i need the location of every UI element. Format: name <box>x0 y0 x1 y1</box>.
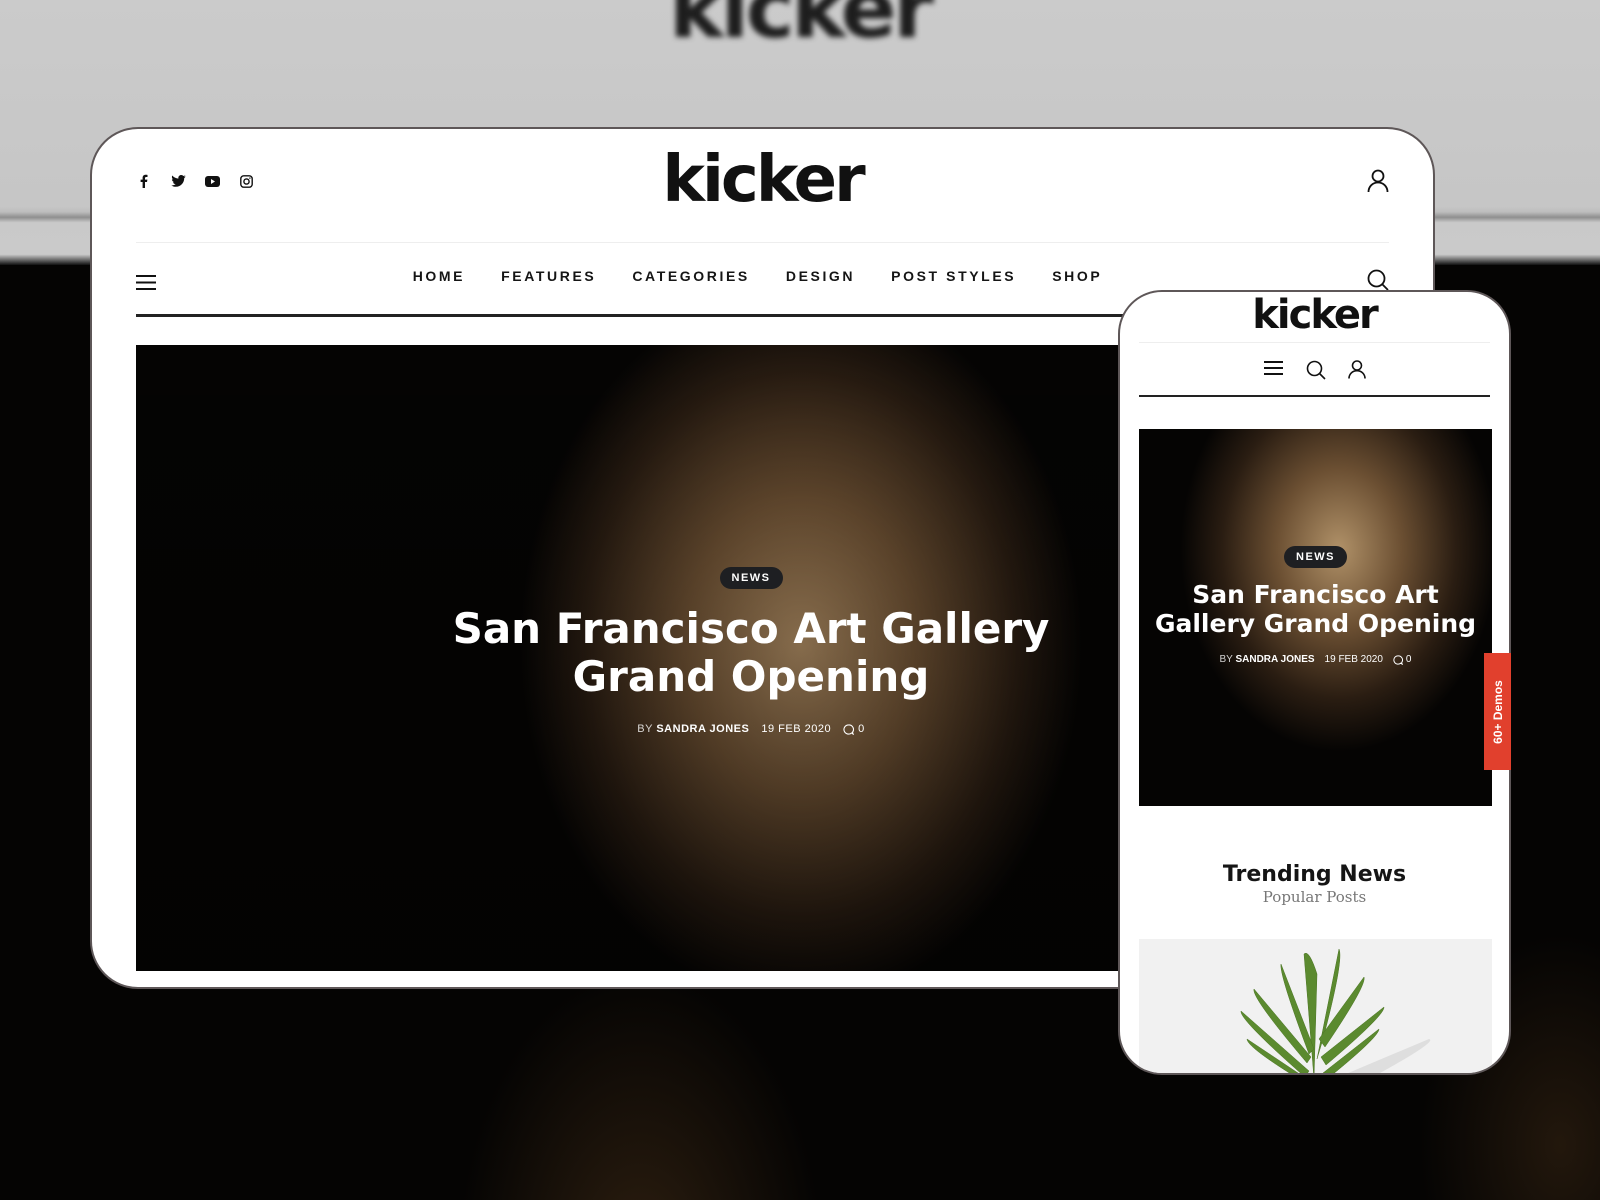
demos-tab-label: 60+ Demos <box>1490 679 1505 744</box>
category-badge[interactable]: NEWS <box>719 567 783 589</box>
phone-toolbar <box>1120 360 1509 385</box>
demos-tab[interactable]: 60+ Demos <box>1484 653 1511 770</box>
post-date: 19 FEB 2020 <box>761 723 832 735</box>
post-comments[interactable]: 0 <box>843 723 865 735</box>
post-meta: BY SANDRA JONES 19 FEB 2020 0 <box>637 723 865 735</box>
phone-category-badge[interactable]: NEWS <box>1284 546 1347 568</box>
phone-post-comments[interactable]: 0 <box>1393 654 1411 665</box>
nav-post-styles[interactable]: POST STYLES <box>891 266 1016 286</box>
post-title[interactable]: San Francisco Art Gallery Grand Opening <box>136 605 1366 701</box>
post-author[interactable]: SANDRA JONES <box>656 723 749 735</box>
phone-search-icon[interactable] <box>1306 360 1326 385</box>
comment-icon <box>843 723 855 735</box>
nav-home[interactable]: HOME <box>413 266 465 286</box>
nav-shop[interactable]: SHOP <box>1052 266 1102 286</box>
trending-title: Trending News <box>1222 862 1407 887</box>
blurred-logo: kicker <box>669 0 934 57</box>
main-nav: HOME FEATURES CATEGORIES DESIGN POST STY… <box>92 266 1433 286</box>
trending-section-header: Trending News Popular Posts <box>1120 862 1509 906</box>
phone-site-logo[interactable]: kicker <box>1120 292 1509 338</box>
nav-design[interactable]: DESIGN <box>786 266 855 286</box>
header-divider <box>136 242 1389 243</box>
nav-categories[interactable]: CATEGORIES <box>632 266 750 286</box>
user-account-icon[interactable] <box>1367 169 1389 198</box>
featured-post-content: NEWS San Francisco Art Gallery Grand Ope… <box>136 567 1366 735</box>
trending-post-thumbnail[interactable] <box>1139 939 1492 1073</box>
phone-nav-divider <box>1139 395 1490 397</box>
phone-header-divider <box>1139 342 1490 343</box>
phone-user-account-icon[interactable] <box>1347 360 1366 385</box>
phone-comment-icon <box>1393 654 1403 665</box>
site-logo[interactable]: kicker <box>92 143 1433 217</box>
phone-hamburger-menu-icon[interactable] <box>1263 360 1284 385</box>
nav-features[interactable]: FEATURES <box>501 266 596 286</box>
palm-leaf-image <box>1240 948 1431 1073</box>
trending-subtitle: Popular Posts <box>1262 888 1367 906</box>
